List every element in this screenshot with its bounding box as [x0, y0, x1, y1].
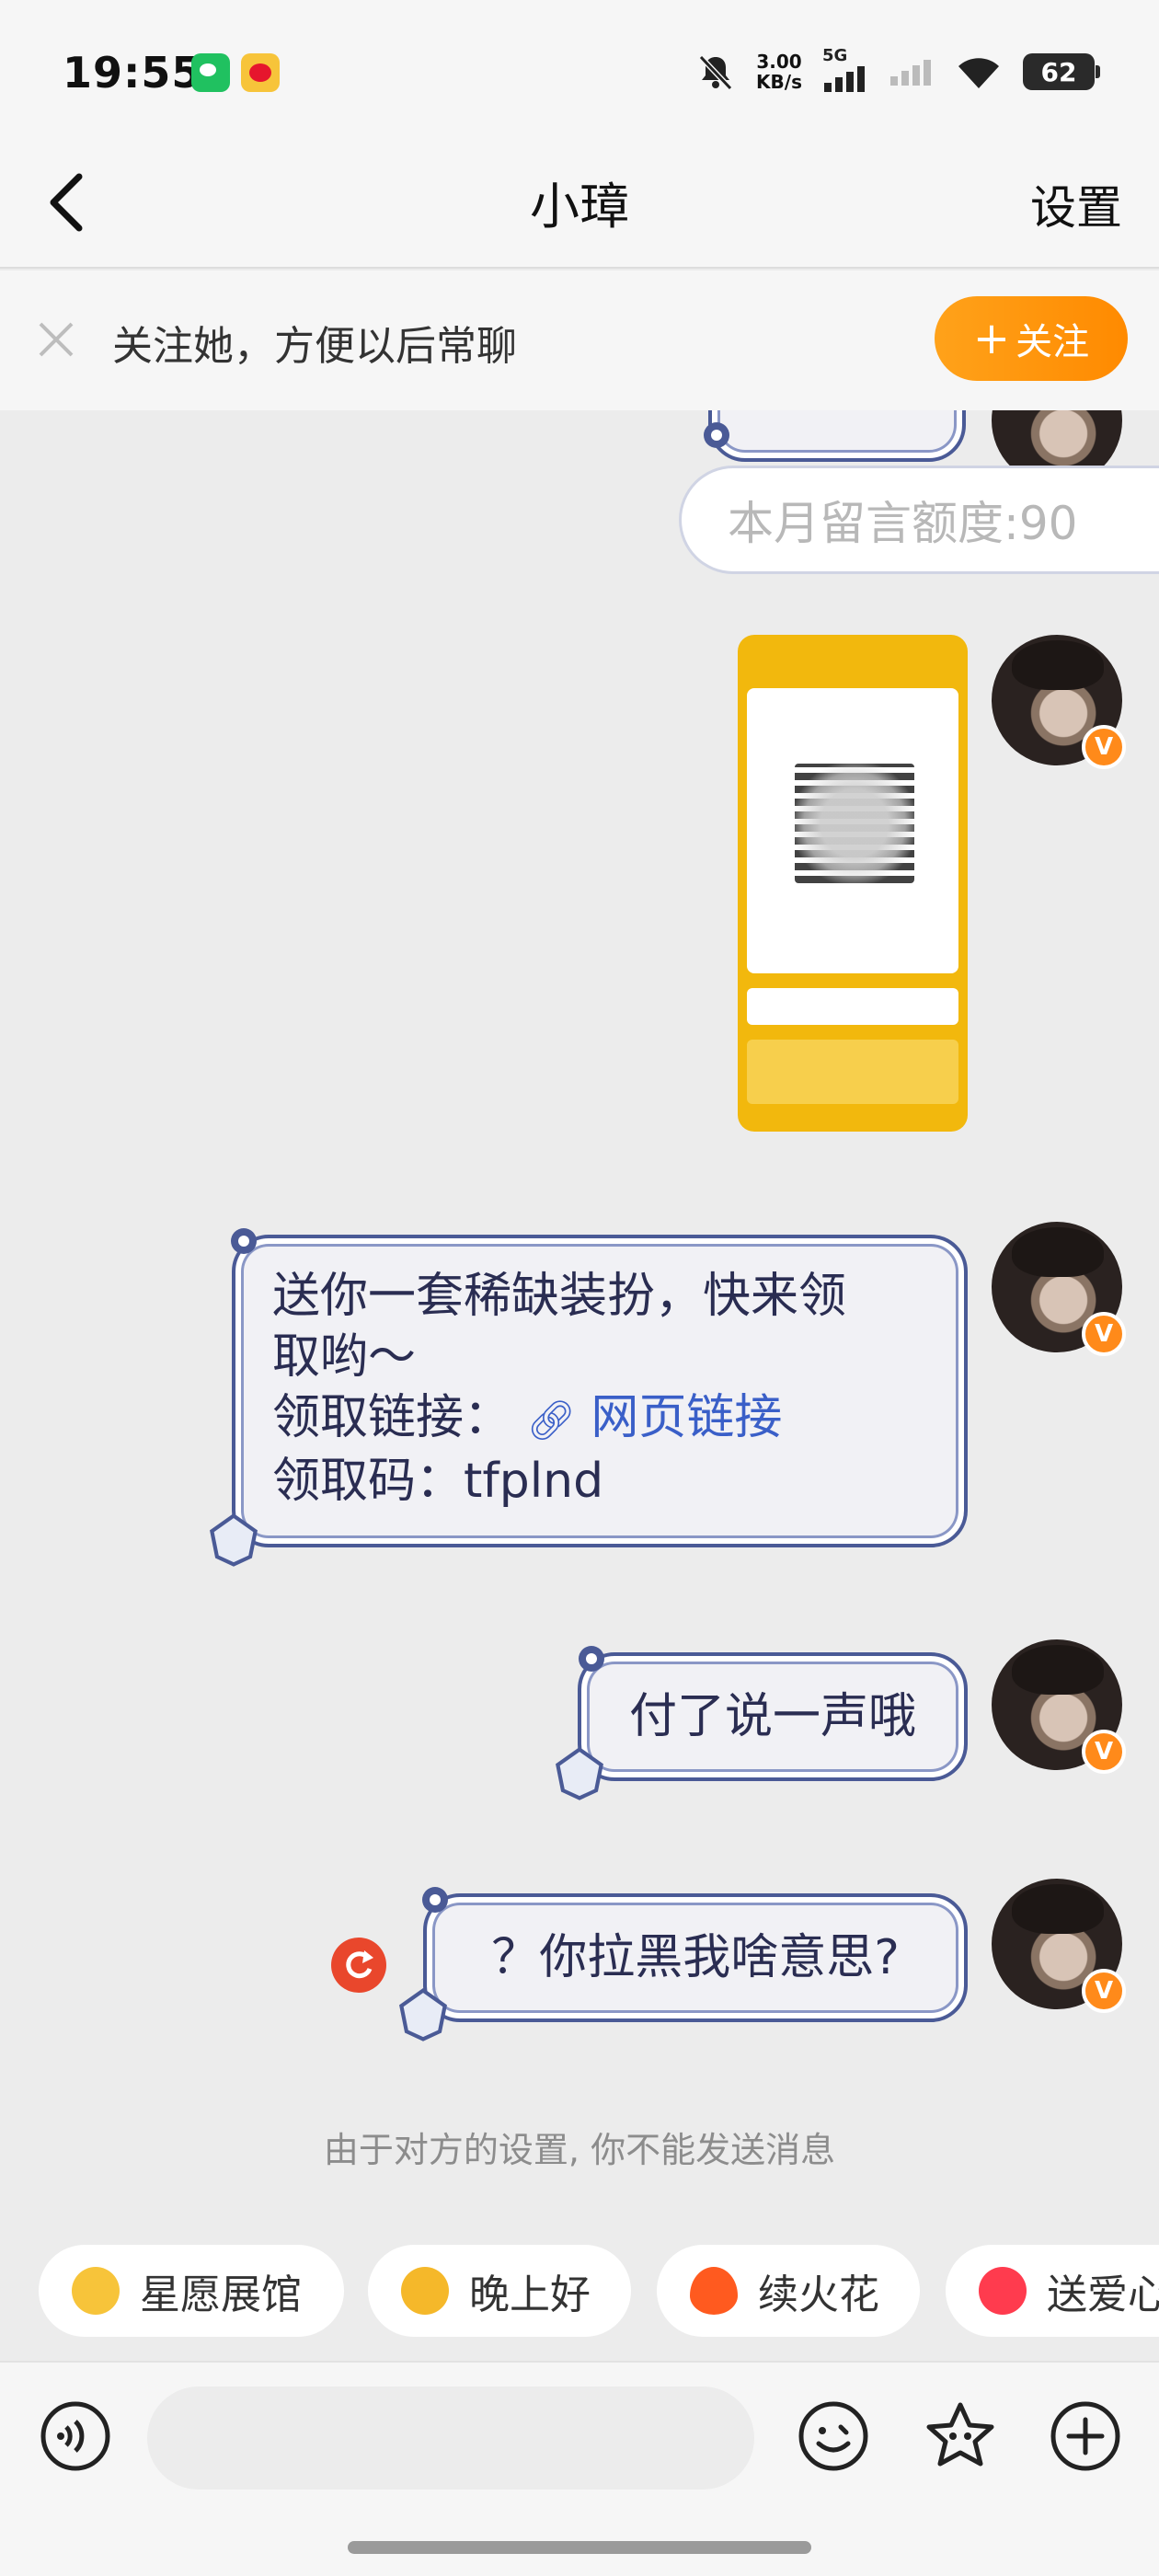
chat-area[interactable]: 本月留言额度:90 V 送你一套稀缺装扮，快来领 取哟～ 领取链接： 🔗︎ 网页…	[0, 410, 1159, 2204]
mute-bell-icon	[698, 54, 733, 91]
gift-link-prefix: 领取链接：	[272, 1390, 512, 1445]
avatar[interactable]: V	[992, 1222, 1126, 1356]
net-speed: 3.00 KB/s	[756, 51, 802, 93]
status-bar: 19:55 3.00 KB/s 5G 62	[0, 0, 1159, 138]
avatar[interactable]: V	[992, 635, 1126, 769]
gift-line-1: 送你一套稀缺装扮，快来领	[272, 1269, 847, 1324]
message-bubble-partial	[708, 410, 966, 462]
avatar[interactable]: V	[992, 1879, 1126, 2013]
follow-button-label: 关注	[1016, 321, 1090, 363]
sticker-star-icon[interactable]	[924, 2399, 997, 2473]
chip-xingyuan[interactable]: 星愿展馆	[39, 2245, 344, 2337]
emoji-icon[interactable]	[797, 2399, 870, 2473]
gift-code-line: 领取码：tfplnd	[272, 1454, 604, 1509]
message-bubble-pay[interactable]: 付了说一声哦	[578, 1652, 968, 1781]
link-icon: 🔗︎	[526, 1397, 576, 1443]
battery-indicator: 62	[1023, 53, 1100, 90]
flower-decoration-icon	[422, 1887, 448, 1913]
gift-line-2: 取哟～	[272, 1329, 417, 1385]
refresh-icon	[346, 1950, 373, 1979]
settings-button[interactable]: 设置	[1030, 171, 1122, 237]
fox-mask-decoration-icon	[556, 1747, 603, 1800]
chip-good-evening[interactable]: 晚上好	[368, 2245, 631, 2337]
follow-prompt: 关注她，方便以后常聊	[112, 323, 517, 370]
home-indicator[interactable]	[348, 2541, 811, 2554]
fire-icon	[690, 2267, 738, 2315]
cannot-send-notice: 由于对方的设置, 你不能发送消息	[323, 2130, 836, 2170]
resend-icon[interactable]	[331, 1938, 386, 1993]
gift-link-line: 领取链接： 🔗︎ 网页链接	[272, 1387, 927, 1451]
verified-badge-icon: V	[1082, 725, 1126, 769]
qr-image-row	[747, 988, 958, 1025]
status-time: 19:55	[63, 48, 202, 98]
fox-mask-decoration-icon	[210, 1513, 258, 1567]
signal-5g: 5G	[822, 46, 868, 92]
heart-icon	[979, 2267, 1027, 2315]
wifi-icon	[958, 58, 999, 88]
message-bubble-gift[interactable]: 送你一套稀缺装扮，快来领 取哟～ 领取链接： 🔗︎ 网页链接 领取码：tfpln…	[232, 1235, 968, 1547]
chip-label: 星愿展馆	[140, 2271, 302, 2318]
star-smile-icon	[401, 2267, 449, 2315]
close-icon[interactable]	[33, 316, 79, 362]
qr-image-panel	[747, 688, 958, 973]
quota-notice: 本月留言额度:90	[679, 466, 1159, 574]
chip-send-love[interactable]: 送爱心	[946, 2245, 1159, 2337]
chip-label: 送爱心	[1047, 2271, 1159, 2318]
flower-decoration-icon	[579, 1646, 604, 1672]
weibo-icon	[241, 53, 280, 92]
message-input[interactable]	[147, 2386, 754, 2490]
star-face-icon	[72, 2267, 120, 2315]
qr-image-row	[747, 1040, 958, 1104]
add-icon[interactable]	[1049, 2399, 1122, 2473]
follow-button[interactable]: + 关注	[935, 296, 1128, 381]
signal-weak-icon	[890, 60, 931, 86]
voice-icon[interactable]	[39, 2399, 112, 2473]
page-title: 小璋	[530, 178, 629, 236]
plus-icon: +	[972, 313, 1011, 364]
gift-link[interactable]: 网页链接	[591, 1390, 782, 1445]
chip-label: 晚上好	[469, 2271, 591, 2318]
qr-image-header	[738, 635, 968, 672]
verified-badge-icon: V	[1082, 1969, 1126, 2013]
verified-badge-icon: V	[1082, 1312, 1126, 1356]
flower-decoration-icon	[231, 1228, 257, 1254]
wechat-icon	[191, 53, 230, 92]
qr-code-image	[795, 764, 914, 883]
follow-banner: 关注她，方便以后常聊 + 关注	[0, 270, 1159, 410]
blocked-text: ？你拉黑我啥意思?	[491, 1930, 900, 1985]
fox-mask-decoration-icon	[399, 1988, 447, 2041]
signal-icon	[824, 66, 865, 92]
avatar[interactable]: V	[992, 1639, 1126, 1774]
qr-image-message[interactable]	[738, 635, 968, 1132]
verified-badge-icon: V	[1082, 1730, 1126, 1774]
status-indicators: 3.00 KB/s 5G 62	[695, 46, 1100, 98]
pay-text: 付了说一声哦	[628, 1689, 916, 1744]
chip-label: 续火花	[758, 2271, 879, 2318]
chat-header: 小璋 设置	[0, 138, 1159, 269]
flower-decoration-icon	[704, 422, 729, 448]
quick-reply-chips: 星愿展馆 晚上好 续火花 送爱心	[0, 2245, 1159, 2337]
message-bubble-blocked[interactable]: ？你拉黑我啥意思?	[423, 1893, 968, 2022]
chip-spark[interactable]: 续火花	[657, 2245, 920, 2337]
input-bar	[0, 2361, 1159, 2576]
